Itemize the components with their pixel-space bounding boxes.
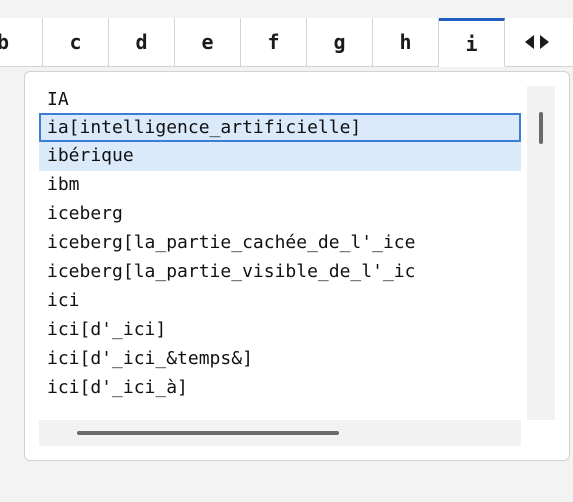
tab-label: c	[69, 30, 82, 54]
list-item[interactable]: iceberg[la_partie_visible_de_l'_ic	[39, 258, 521, 287]
top-strip	[0, 0, 573, 18]
triangle-left-icon[interactable]	[524, 35, 534, 49]
list-item[interactable]: iceberg	[39, 200, 521, 229]
word-list[interactable]: IA ia[intelligence_artificielle] ibériqu…	[39, 86, 521, 420]
tab-d[interactable]: d	[109, 18, 175, 66]
list-item[interactable]: ici[d'_ici_&temps&]	[39, 345, 521, 374]
tab-e[interactable]: e	[175, 18, 241, 66]
tab-b[interactable]: b	[0, 18, 43, 66]
tab-scroll-arrows	[505, 18, 568, 66]
tab-label: h	[399, 30, 412, 54]
tab-label: i	[465, 31, 478, 56]
tab-i[interactable]: i	[439, 18, 505, 67]
horizontal-scroll-thumb[interactable]	[77, 431, 339, 435]
horizontal-scrollbar[interactable]	[39, 420, 521, 446]
tab-g[interactable]: g	[307, 18, 373, 66]
list-item[interactable]: ici[d'_ici_à]	[39, 374, 521, 403]
list-item-hover[interactable]: ibérique	[39, 142, 521, 171]
vertical-scrollbar[interactable]	[527, 86, 555, 420]
tab-label: f	[267, 30, 280, 54]
tab-label: b	[0, 30, 9, 54]
list-item[interactable]: IA	[39, 86, 521, 115]
tab-c[interactable]: c	[43, 18, 109, 66]
list-item-selected[interactable]: ia[intelligence_artificielle]	[39, 113, 521, 142]
tab-label: g	[333, 30, 346, 54]
triangle-right-icon[interactable]	[539, 35, 549, 49]
letter-tab-bar: b c d e f g h i	[0, 18, 573, 67]
list-item[interactable]: ibm	[39, 171, 521, 200]
tab-h[interactable]: h	[373, 18, 439, 66]
tab-label: e	[201, 30, 214, 54]
word-list-panel: IA ia[intelligence_artificielle] ibériqu…	[24, 71, 570, 461]
list-item[interactable]: iceberg[la_partie_cachée_de_l'_ice	[39, 229, 521, 258]
vertical-scroll-thumb[interactable]	[539, 112, 543, 144]
list-item[interactable]: ici	[39, 287, 521, 316]
list-item[interactable]: ici[d'_ici]	[39, 316, 521, 345]
tab-label: d	[135, 30, 148, 54]
tab-f[interactable]: f	[241, 18, 307, 66]
